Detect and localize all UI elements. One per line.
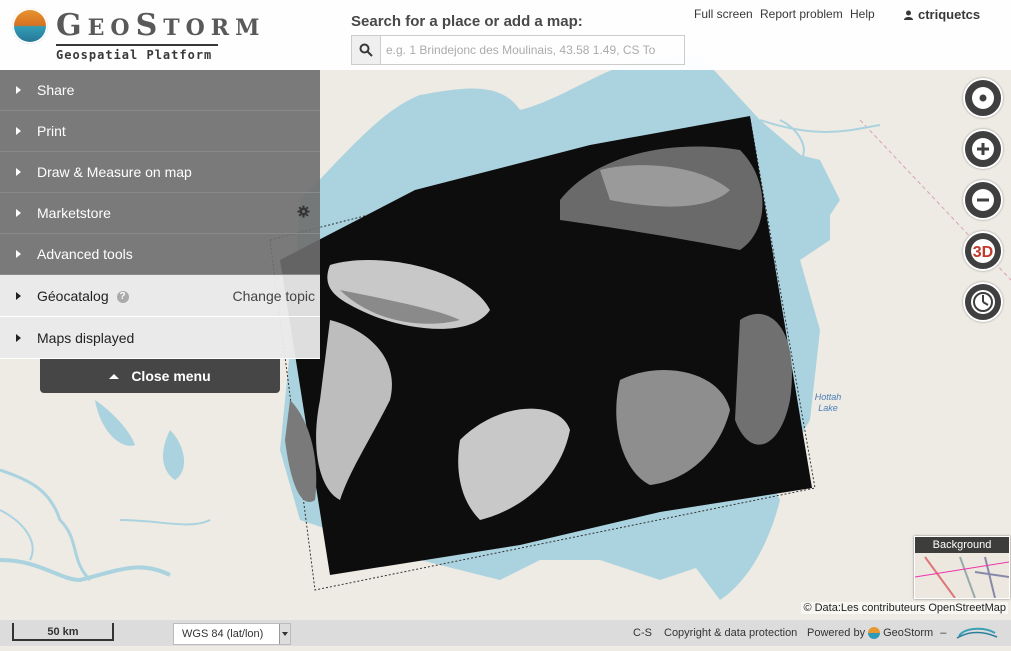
zoom-out-icon xyxy=(972,189,994,211)
powered-by-label: Powered by xyxy=(807,627,866,639)
help-link[interactable]: Help xyxy=(850,7,875,21)
geostorm-small-icon xyxy=(868,627,881,640)
help-icon[interactable]: ? xyxy=(116,290,129,303)
report-problem-link[interactable]: Report problem xyxy=(760,7,843,21)
map-attribution[interactable]: © Data:Les contributeurs OpenStreetMap xyxy=(801,602,1008,614)
background-selector[interactable]: Background xyxy=(914,536,1010,599)
close-menu-label: Close menu xyxy=(131,368,211,384)
header: GEOSTORM Geospatial Platform Search for … xyxy=(0,0,1011,70)
menu-item-geocatalog[interactable]: Géocatalog? Change topic xyxy=(0,275,320,317)
menu-item-label: Advanced tools xyxy=(37,246,133,262)
lake-label-line2: Lake xyxy=(818,403,838,413)
menu-item-marketstore[interactable]: Marketstore xyxy=(0,193,320,234)
search-label: Search for a place or add a map: xyxy=(351,13,583,30)
chevron-down-icon xyxy=(279,624,290,644)
menu-item-label: Marketstore xyxy=(37,205,111,221)
powered-by-name: GeoStorm xyxy=(883,627,934,639)
caret-up-icon xyxy=(109,373,120,379)
username: ctriquetcs xyxy=(918,7,981,22)
menu-item-maps-displayed[interactable]: Maps displayed xyxy=(0,317,320,359)
search-box xyxy=(351,35,685,65)
logo-subtitle: Geospatial Platform xyxy=(56,48,213,62)
caret-right-icon xyxy=(16,209,21,217)
footer-dash: – xyxy=(940,627,947,639)
caret-right-icon xyxy=(16,86,21,94)
menu-item-share[interactable]: Share xyxy=(0,70,320,111)
user-menu[interactable]: ctriquetcs xyxy=(904,7,980,22)
3d-button[interactable]: 3D xyxy=(963,231,1003,271)
3d-label: 3D xyxy=(973,244,993,261)
search-icon xyxy=(359,43,373,57)
fullscreen-link[interactable]: Full screen xyxy=(694,7,753,21)
search-input[interactable] xyxy=(382,37,682,63)
history-icon xyxy=(971,290,995,314)
logo-divider xyxy=(56,44,218,46)
geostorm-logo[interactable]: GEOSTORM Geospatial Platform xyxy=(12,6,259,64)
search-button[interactable] xyxy=(352,36,381,64)
locate-button[interactable] xyxy=(963,78,1003,118)
logo-name: GEOSTORM xyxy=(56,8,266,43)
caret-right-icon xyxy=(16,250,21,258)
scale-bar: 50 km xyxy=(12,623,114,641)
side-menu: Share Print Draw & Measure on map Market… xyxy=(0,70,320,359)
caret-right-icon xyxy=(16,291,21,300)
footer: 50 km WGS 84 (lat/lon) C-S Copyright & d… xyxy=(0,620,1011,646)
caret-right-icon xyxy=(16,127,21,135)
menu-item-label: Draw & Measure on map xyxy=(37,164,192,180)
geocatalog-label: Géocatalog? xyxy=(37,288,129,304)
geocatalog-text: Géocatalog xyxy=(37,287,109,304)
projection-value: WGS 84 (lat/lon) xyxy=(182,628,264,640)
3d-icon: 3D xyxy=(971,239,995,263)
menu-item-advanced-tools[interactable]: Advanced tools xyxy=(0,234,320,275)
close-menu-button[interactable]: Close menu xyxy=(40,359,280,393)
cs-logo[interactable] xyxy=(955,625,999,641)
menu-item-label: Share xyxy=(37,82,75,98)
zoom-in-icon xyxy=(972,138,994,160)
caret-right-icon xyxy=(16,333,21,342)
zoom-out-button[interactable] xyxy=(963,180,1003,220)
projection-select[interactable]: WGS 84 (lat/lon) xyxy=(173,623,291,645)
menu-item-draw-measure[interactable]: Draw & Measure on map xyxy=(0,152,320,193)
change-topic-link[interactable]: Change topic xyxy=(232,288,315,304)
zoom-in-button[interactable] xyxy=(963,129,1003,169)
history-button[interactable] xyxy=(963,282,1003,322)
menu-item-print[interactable]: Print xyxy=(0,111,320,152)
menu-item-label: Print xyxy=(37,123,66,139)
geostorm-logo-icon xyxy=(12,8,48,44)
maps-displayed-label: Maps displayed xyxy=(37,329,135,346)
lake-label-line1: Hottah xyxy=(815,392,842,402)
background-label: Background xyxy=(915,537,1009,553)
powered-by[interactable]: Powered by GeoStorm – xyxy=(807,627,947,640)
copyright-link[interactable]: Copyright & data protection xyxy=(664,627,797,639)
user-icon xyxy=(904,10,913,20)
gear-icon[interactable] xyxy=(297,205,310,218)
cs-link[interactable]: C-S xyxy=(633,627,652,639)
caret-right-icon xyxy=(16,168,21,176)
locate-icon xyxy=(972,87,994,109)
